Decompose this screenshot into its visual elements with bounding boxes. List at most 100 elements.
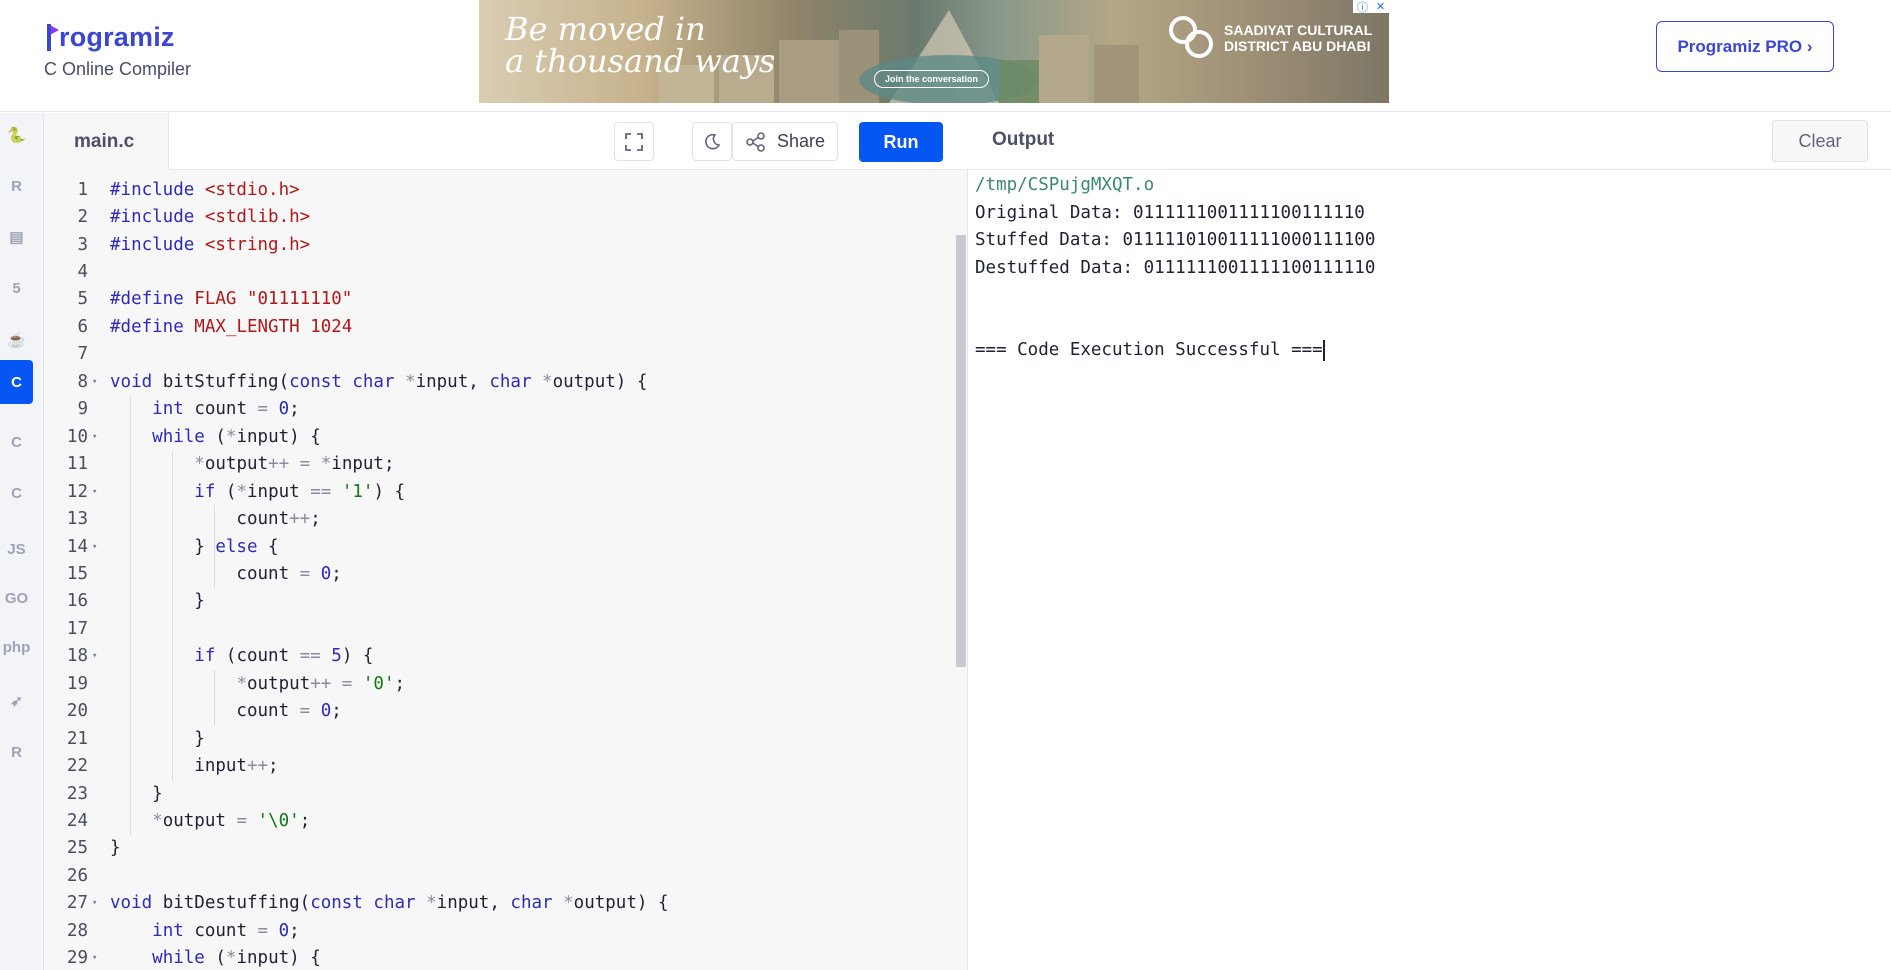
code-token: (count [225,646,300,667]
code-line: 10 ▾ while (*input) { [44,423,954,450]
code-text: input++; [110,756,278,776]
editor-scrollbar[interactable] [956,235,966,667]
line-number: 13 [66,509,88,530]
code-text: *output++ = *input; [110,454,394,475]
ad-cta-button[interactable]: Join the conversation [874,70,990,88]
line-number: 9 [77,399,88,420]
code-token: const char [310,893,427,914]
js-language-icon: JS [7,540,26,558]
code-line: 16 } [44,588,954,615]
ad-headline-line2: a thousand ways [505,42,776,80]
sql-language-icon: ▤ [9,229,24,246]
run-button[interactable]: Run [859,122,943,162]
code-line: 23 } [44,780,954,807]
rail-item-r[interactable]: R [0,164,33,208]
rail-item-sql[interactable]: ▤ [0,215,33,259]
code-token: * [225,948,237,969]
rail-item-html[interactable]: 5 [0,266,33,310]
rail-item-php[interactable]: php [0,625,33,669]
code-text: } [110,784,163,804]
code-token: else [215,536,269,557]
fold-toggle-icon[interactable]: ▾ [90,651,110,661]
code-token: = [236,811,258,832]
code-token: MAX_LENGTH 1024 [194,316,353,337]
code-text: count = 0; [110,563,341,584]
code-line: 19 *output++ = '0'; [44,670,954,697]
programiz-pro-button[interactable]: Programiz PRO › [1656,21,1834,72]
indent-guide [214,670,215,725]
line-number: 16 [66,591,88,612]
code-token: #include [110,179,205,200]
code-token: = [299,563,321,584]
line-number: 2 [77,207,88,228]
code-token: } [110,783,163,804]
fullscreen-button[interactable] [614,122,654,161]
code-text: while (*input) { [110,948,321,968]
ad-headline-line1: Be moved in [505,10,706,48]
fold-toggle-icon[interactable]: ▾ [90,898,110,908]
line-number: 27 [66,893,88,914]
line-number: 11 [66,454,88,475]
output-panel: Output Clear /tmp/CSPujgMXQT.o Original D… [969,113,1891,970]
clear-button[interactable]: Clear [1772,120,1868,162]
rail-item-swift[interactable]: ➶ [0,679,33,723]
rail-item-csharp[interactable]: C [0,471,33,515]
dark-mode-toggle[interactable] [692,122,732,161]
output-console[interactable]: /tmp/CSPujgMXQT.o Original Data: 01111110… [975,172,1375,365]
fold-toggle-icon[interactable]: ▾ [90,487,110,497]
code-text: } [110,838,121,858]
language-sidebar: 🐍 R ▤ 5 ☕ C C C JS GO php ➶ R [0,113,44,970]
code-line: 15 count = 0; [44,560,954,587]
advertisement-banner[interactable]: Be moved in a thousand ways Join the con… [479,0,1389,103]
java-language-icon: ☕ [7,332,26,349]
code-line: 13 count++; [44,505,954,532]
line-number: 3 [77,234,88,255]
code-token: #include [110,234,205,255]
code-token: while [152,948,216,969]
code-token: output [162,811,237,832]
share-icon [746,131,765,152]
rail-item-cpp[interactable]: C [0,420,33,464]
rail-item-python[interactable]: 🐍 [0,113,33,157]
code-token: ; [394,673,406,694]
share-button[interactable]: Share [732,122,838,161]
code-token: 0 [278,920,290,941]
code-token: ++ = * [268,454,332,475]
code-token: char [489,371,543,392]
code-line: 29 ▾ while (*input) { [44,945,954,970]
code-token: FLAG "01111110" [194,289,353,310]
code-token: input, [436,893,511,914]
output-line-text: /tmp/CSPujgMXQT.o [975,175,1155,195]
code-editor[interactable]: 1 #include <stdio.h> 2 #include <stdlib.h> 3… [44,170,968,970]
line-number: 7 [77,344,88,365]
code-line: 7 [44,341,954,368]
ad-brand-logo-icon [1169,16,1213,58]
fold-toggle-icon[interactable]: ▾ [90,953,110,963]
top-header: rogramiz C Online Compiler Be moved in a… [0,0,1891,112]
code-text: #include <stdlib.h> [110,207,310,227]
code-token: if [194,646,226,667]
ad-info-icon[interactable]: ⓘ [1357,0,1368,15]
programiz-logo[interactable]: rogramiz [45,16,175,52]
ad-controls[interactable]: ⓘ ✕ [1353,0,1389,15]
code-text: #define MAX_LENGTH 1024 [110,317,352,337]
code-text: } [110,591,205,611]
fold-toggle-icon[interactable]: ▾ [90,432,110,442]
code-token: = [257,399,279,420]
file-tab-main[interactable]: main.c [44,113,169,170]
code-text: while (*input) { [110,427,321,447]
code-token: #define [110,289,195,310]
rail-item-go[interactable]: GO [0,576,33,620]
swift-language-icon: ➶ [10,693,23,710]
c-language-icon: C [11,373,22,391]
cpp-language-icon: C [11,433,22,451]
fold-toggle-icon[interactable]: ▾ [90,377,110,387]
rail-item-js[interactable]: JS [0,527,33,571]
indent-guide [172,450,173,780]
rail-item-rust[interactable]: R [0,730,33,774]
rail-item-c[interactable]: C [0,360,33,404]
rail-item-java[interactable]: ☕ [0,318,33,362]
code-token: ++ = [310,673,363,694]
fold-toggle-icon[interactable]: ▾ [90,542,110,552]
ad-close-icon[interactable]: ✕ [1376,0,1385,13]
